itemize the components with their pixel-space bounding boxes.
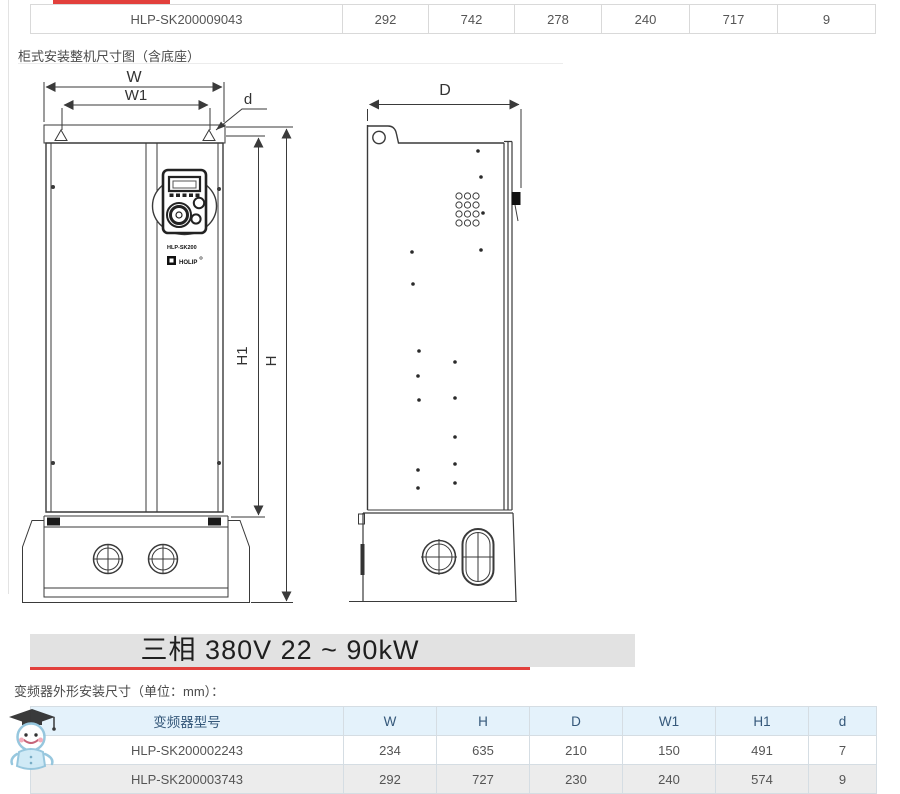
dimensions-table: 变频器型号 W H D W1 H1 d HLP-SK200002243 234 … xyxy=(30,706,877,794)
keypad xyxy=(153,170,217,235)
cell-w1: 240 xyxy=(622,764,716,794)
col-header-model: 变频器型号 xyxy=(30,706,344,736)
brand-model-label: HLP-SK200 xyxy=(167,245,197,251)
col-header-w: W xyxy=(343,706,437,736)
front-view: W W1 d xyxy=(23,69,294,603)
power-range-banner: 三相 380V 22 ~ 90kW xyxy=(30,634,635,667)
cabinet-dimension-drawing: W W1 d xyxy=(0,0,900,632)
dim-label-depth: D xyxy=(439,82,451,99)
dim-label-w1: W1 xyxy=(125,87,148,104)
dim-label-h1: H1 xyxy=(234,346,251,365)
cell-w: 292 xyxy=(343,764,437,794)
dim-label-w: W xyxy=(126,69,142,86)
cell-dd: 7 xyxy=(808,735,877,765)
front-base xyxy=(23,516,250,603)
side-base xyxy=(349,513,517,602)
latch xyxy=(512,192,521,205)
cell-h: 635 xyxy=(436,735,530,765)
banner-underline xyxy=(30,667,530,670)
brand-logo-label: HOLIP xyxy=(179,260,197,266)
cell-d: 210 xyxy=(529,735,623,765)
cell-dd: 9 xyxy=(808,764,877,794)
cell-h1: 491 xyxy=(715,735,809,765)
cell-h: 727 xyxy=(436,764,530,794)
dimensions-subtitle: 变频器外形安装尺寸（单位：mm）： xyxy=(14,681,224,700)
table-row: HLP-SK200003743 292 727 230 240 574 9 xyxy=(30,764,877,794)
side-view: D xyxy=(349,82,521,602)
table-header-row: 变频器型号 W H D W1 H1 d xyxy=(30,706,877,736)
manual-page: HLP-SK200009043 292 742 278 240 717 9 柜式… xyxy=(0,0,900,794)
cell-model: HLP-SK200002243 xyxy=(30,735,344,765)
dim-label-h: H xyxy=(263,356,280,367)
cable-gland-holes xyxy=(94,545,178,574)
col-header-d: D xyxy=(529,706,623,736)
vent-hole-grid xyxy=(456,193,479,226)
cell-model: HLP-SK200003743 xyxy=(30,764,344,794)
col-header-h: H xyxy=(436,706,530,736)
table-row: HLP-SK200002243 234 635 210 150 491 7 xyxy=(30,735,877,765)
cell-w: 234 xyxy=(343,735,437,765)
cell-h1: 574 xyxy=(715,764,809,794)
dim-label-d-hole: d xyxy=(244,91,252,108)
col-header-dd: d xyxy=(808,706,877,736)
col-header-w1: W1 xyxy=(622,706,716,736)
cell-d: 230 xyxy=(529,764,623,794)
cell-w1: 150 xyxy=(622,735,716,765)
hanging-hole xyxy=(373,131,385,143)
col-header-h1: H1 xyxy=(715,706,809,736)
banner-text: 三相 380V 22 ~ 90kW xyxy=(141,635,420,665)
rivet-dots xyxy=(410,149,485,490)
